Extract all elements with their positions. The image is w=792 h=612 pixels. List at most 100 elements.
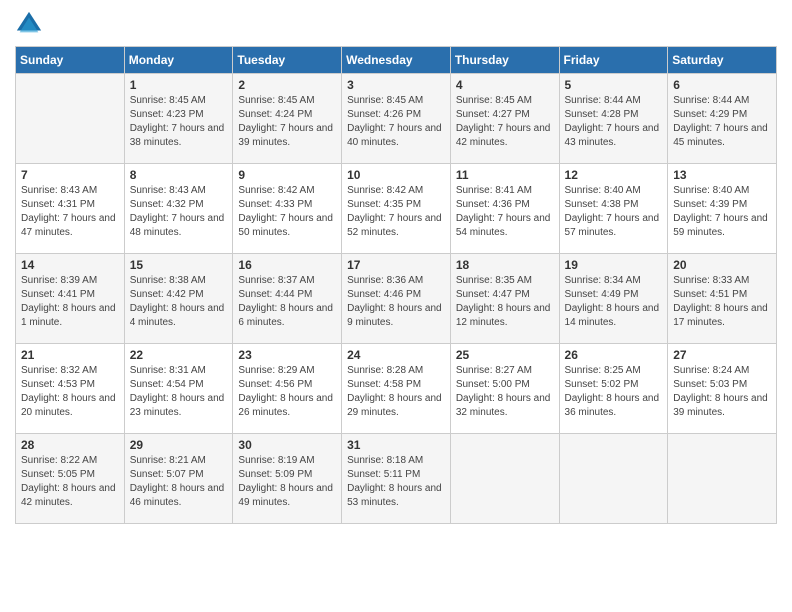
day-number: 18 [456, 258, 554, 272]
day-number: 2 [238, 78, 336, 92]
day-cell [668, 434, 777, 524]
day-info: Sunrise: 8:43 AMSunset: 4:31 PMDaylight:… [21, 184, 119, 240]
week-row-1: 1Sunrise: 8:45 AMSunset: 4:23 PMDaylight… [16, 74, 777, 164]
day-cell: 24 Sunrise: 8:28 AMSunset: 4:58 PMDayligh… [342, 344, 451, 434]
day-info: Sunrise: 8:40 AMSunset: 4:38 PMDaylight:… [565, 184, 663, 240]
day-cell: 12 Sunrise: 8:40 AMSunset: 4:38 PMDayligh… [559, 164, 668, 254]
header-friday: Friday [559, 47, 668, 74]
day-cell: 14 Sunrise: 8:39 AMSunset: 4:41 PMDayligh… [16, 254, 125, 344]
day-number: 21 [21, 348, 119, 362]
day-number: 28 [21, 438, 119, 452]
day-cell: 11 Sunrise: 8:41 AMSunset: 4:36 PMDayligh… [450, 164, 559, 254]
day-cell: 27 Sunrise: 8:24 AMSunset: 5:03 PMDayligh… [668, 344, 777, 434]
day-cell [450, 434, 559, 524]
header-row: SundayMondayTuesdayWednesdayThursdayFrid… [16, 47, 777, 74]
day-cell: 5 Sunrise: 8:44 AMSunset: 4:28 PMDaylight… [559, 74, 668, 164]
day-cell: 8 Sunrise: 8:43 AMSunset: 4:32 PMDaylight… [124, 164, 233, 254]
day-cell: 25 Sunrise: 8:27 AMSunset: 5:00 PMDayligh… [450, 344, 559, 434]
day-info: Sunrise: 8:32 AMSunset: 4:53 PMDaylight:… [21, 364, 119, 420]
header-tuesday: Tuesday [233, 47, 342, 74]
week-row-4: 21 Sunrise: 8:32 AMSunset: 4:53 PMDayligh… [16, 344, 777, 434]
day-info: Sunrise: 8:44 AMSunset: 4:28 PMDaylight:… [565, 94, 663, 150]
day-number: 13 [673, 168, 771, 182]
header-monday: Monday [124, 47, 233, 74]
day-number: 16 [238, 258, 336, 272]
day-info: Sunrise: 8:35 AMSunset: 4:47 PMDaylight:… [456, 274, 554, 330]
week-row-5: 28 Sunrise: 8:22 AMSunset: 5:05 PMDayligh… [16, 434, 777, 524]
day-number: 6 [673, 78, 771, 92]
day-cell: 9 Sunrise: 8:42 AMSunset: 4:33 PMDaylight… [233, 164, 342, 254]
day-cell: 16 Sunrise: 8:37 AMSunset: 4:44 PMDayligh… [233, 254, 342, 344]
logo [15, 10, 47, 38]
day-number: 9 [238, 168, 336, 182]
day-info: Sunrise: 8:22 AMSunset: 5:05 PMDaylight:… [21, 454, 119, 510]
day-number: 27 [673, 348, 771, 362]
day-number: 17 [347, 258, 445, 272]
day-info: Sunrise: 8:21 AMSunset: 5:07 PMDaylight:… [130, 454, 228, 510]
day-info: Sunrise: 8:18 AMSunset: 5:11 PMDaylight:… [347, 454, 445, 510]
day-cell: 4 Sunrise: 8:45 AMSunset: 4:27 PMDaylight… [450, 74, 559, 164]
day-info: Sunrise: 8:33 AMSunset: 4:51 PMDaylight:… [673, 274, 771, 330]
day-info: Sunrise: 8:25 AMSunset: 5:02 PMDaylight:… [565, 364, 663, 420]
day-cell: 23 Sunrise: 8:29 AMSunset: 4:56 PMDayligh… [233, 344, 342, 434]
header-saturday: Saturday [668, 47, 777, 74]
day-cell [16, 74, 125, 164]
day-cell: 30Sunrise: 8:19 AMSunset: 5:09 PMDayligh… [233, 434, 342, 524]
day-cell: 17 Sunrise: 8:36 AMSunset: 4:46 PMDayligh… [342, 254, 451, 344]
day-number: 4 [456, 78, 554, 92]
day-cell: 1Sunrise: 8:45 AMSunset: 4:23 PMDaylight… [124, 74, 233, 164]
page-header [15, 10, 777, 38]
day-number: 8 [130, 168, 228, 182]
day-cell: 20 Sunrise: 8:33 AMSunset: 4:51 PMDayligh… [668, 254, 777, 344]
day-number: 11 [456, 168, 554, 182]
day-cell: 31Sunrise: 8:18 AMSunset: 5:11 PMDayligh… [342, 434, 451, 524]
day-number: 25 [456, 348, 554, 362]
day-info: Sunrise: 8:39 AMSunset: 4:41 PMDaylight:… [21, 274, 119, 330]
day-number: 19 [565, 258, 663, 272]
calendar-table: SundayMondayTuesdayWednesdayThursdayFrid… [15, 46, 777, 524]
day-info: Sunrise: 8:43 AMSunset: 4:32 PMDaylight:… [130, 184, 228, 240]
day-number: 12 [565, 168, 663, 182]
day-number: 29 [130, 438, 228, 452]
day-cell: 13 Sunrise: 8:40 AMSunset: 4:39 PMDayligh… [668, 164, 777, 254]
day-info: Sunrise: 8:24 AMSunset: 5:03 PMDaylight:… [673, 364, 771, 420]
day-number: 14 [21, 258, 119, 272]
day-info: Sunrise: 8:31 AMSunset: 4:54 PMDaylight:… [130, 364, 228, 420]
day-number: 5 [565, 78, 663, 92]
day-info: Sunrise: 8:45 AMSunset: 4:23 PMDaylight:… [130, 94, 228, 150]
day-info: Sunrise: 8:36 AMSunset: 4:46 PMDaylight:… [347, 274, 445, 330]
day-info: Sunrise: 8:45 AMSunset: 4:26 PMDaylight:… [347, 94, 445, 150]
header-thursday: Thursday [450, 47, 559, 74]
header-sunday: Sunday [16, 47, 125, 74]
day-cell: 6 Sunrise: 8:44 AMSunset: 4:29 PMDaylight… [668, 74, 777, 164]
day-cell: 21 Sunrise: 8:32 AMSunset: 4:53 PMDayligh… [16, 344, 125, 434]
day-cell: 28 Sunrise: 8:22 AMSunset: 5:05 PMDayligh… [16, 434, 125, 524]
day-info: Sunrise: 8:45 AMSunset: 4:24 PMDaylight:… [238, 94, 336, 150]
day-info: Sunrise: 8:42 AMSunset: 4:33 PMDaylight:… [238, 184, 336, 240]
day-info: Sunrise: 8:42 AMSunset: 4:35 PMDaylight:… [347, 184, 445, 240]
day-cell: 15Sunrise: 8:38 AMSunset: 4:42 PMDayligh… [124, 254, 233, 344]
day-info: Sunrise: 8:27 AMSunset: 5:00 PMDaylight:… [456, 364, 554, 420]
day-info: Sunrise: 8:37 AMSunset: 4:44 PMDaylight:… [238, 274, 336, 330]
day-number: 23 [238, 348, 336, 362]
day-number: 30 [238, 438, 336, 452]
day-number: 20 [673, 258, 771, 272]
day-cell: 29 Sunrise: 8:21 AMSunset: 5:07 PMDayligh… [124, 434, 233, 524]
day-number: 24 [347, 348, 445, 362]
day-cell: 22 Sunrise: 8:31 AMSunset: 4:54 PMDayligh… [124, 344, 233, 434]
week-row-2: 7Sunrise: 8:43 AMSunset: 4:31 PMDaylight… [16, 164, 777, 254]
day-number: 3 [347, 78, 445, 92]
logo-icon [15, 10, 43, 38]
day-cell: 10Sunrise: 8:42 AMSunset: 4:35 PMDayligh… [342, 164, 451, 254]
day-info: Sunrise: 8:45 AMSunset: 4:27 PMDaylight:… [456, 94, 554, 150]
day-cell [559, 434, 668, 524]
day-info: Sunrise: 8:40 AMSunset: 4:39 PMDaylight:… [673, 184, 771, 240]
day-cell: 19Sunrise: 8:34 AMSunset: 4:49 PMDayligh… [559, 254, 668, 344]
day-info: Sunrise: 8:29 AMSunset: 4:56 PMDaylight:… [238, 364, 336, 420]
day-number: 22 [130, 348, 228, 362]
day-info: Sunrise: 8:41 AMSunset: 4:36 PMDaylight:… [456, 184, 554, 240]
header-wednesday: Wednesday [342, 47, 451, 74]
day-cell: 2 Sunrise: 8:45 AMSunset: 4:24 PMDaylight… [233, 74, 342, 164]
day-info: Sunrise: 8:44 AMSunset: 4:29 PMDaylight:… [673, 94, 771, 150]
day-info: Sunrise: 8:28 AMSunset: 4:58 PMDaylight:… [347, 364, 445, 420]
